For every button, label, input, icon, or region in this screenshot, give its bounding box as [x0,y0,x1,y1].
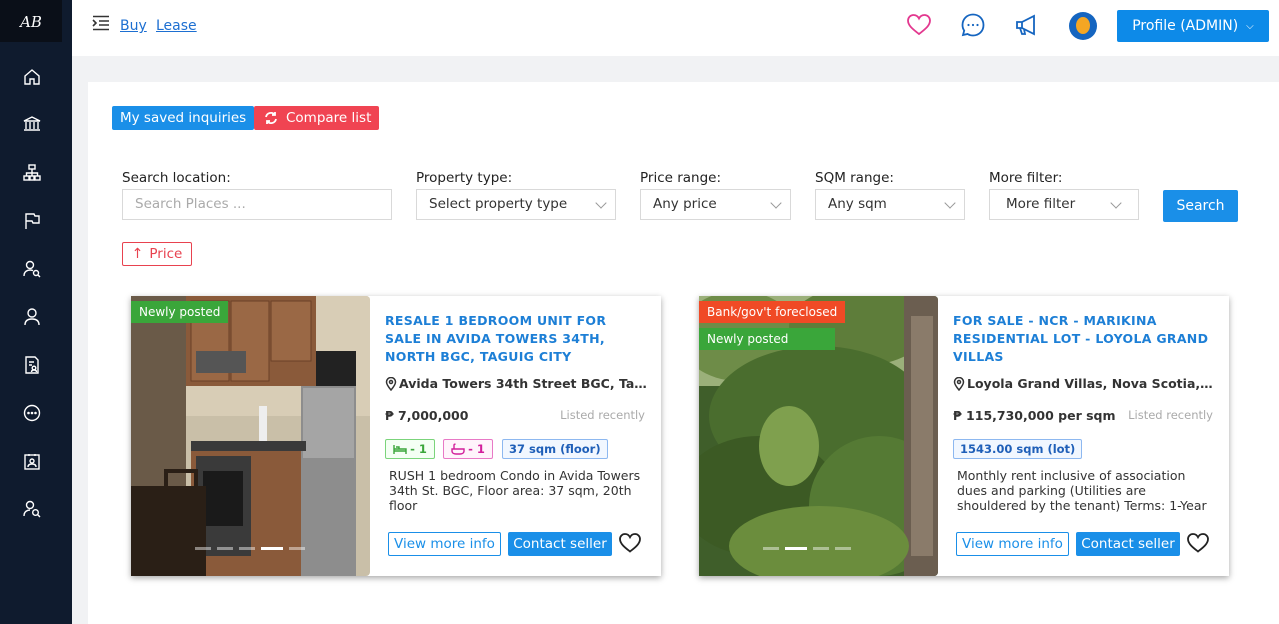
saved-inquiries-button[interactable]: My saved inquiries [112,106,255,130]
chevron-down-icon [770,197,782,209]
contact-seller-button[interactable]: Contact seller [508,532,612,556]
price-range-select[interactable]: Any price [640,189,791,220]
home-icon[interactable] [22,67,42,87]
nav-lease-link[interactable]: Lease [156,18,197,34]
profile-label: Profile (ADMIN) [1132,18,1239,34]
menu-indent-icon[interactable] [92,15,110,31]
sitemap-icon[interactable] [22,163,42,183]
search-button[interactable]: Search [1163,190,1238,222]
user-search-icon[interactable] [22,259,42,279]
chevron-down-icon: ⌵ [1246,20,1254,32]
arrow-up-icon: ↑ [131,246,144,262]
newly-posted-tag: Newly posted [131,301,229,323]
listing-price: ₱ 115,730,000 per sqm [953,408,1116,423]
compare-list-label: Compare list [286,110,372,126]
sqm-range-label: SQM range: [815,170,894,186]
chevron-down-icon [595,197,607,209]
map-pin-icon [953,376,965,391]
listing-location-text: Loyola Grand Villas, Nova Scotia, Mariki… [967,376,1215,391]
heart-icon[interactable] [906,12,932,38]
listing-price: ₱ 7,000,000 [385,408,469,423]
listing-description: Monthly rent inclusive of association du… [957,468,1207,513]
price-range-label: Price range: [640,170,722,186]
carousel-dots[interactable] [763,547,851,550]
listing-location: Loyola Grand Villas, Nova Scotia, Mariki… [953,376,1215,391]
profile-dropdown-button[interactable]: Profile (ADMIN) ⌵ [1117,10,1269,42]
newly-posted-tag: Newly posted [699,328,835,350]
chat-icon[interactable] [22,403,42,423]
view-more-info-button[interactable]: View more info [388,532,501,556]
favorite-heart-icon[interactable] [618,531,642,555]
flag-icon[interactable] [22,211,42,231]
listing-date: Listed recently [560,408,645,422]
listing-date: Listed recently [1128,408,1213,422]
contact-seller-button[interactable]: Contact seller [1076,532,1180,556]
listing-title[interactable]: FOR SALE - NCR - MARIKINA RESIDENTIAL LO… [953,312,1215,366]
top-bar: Buy Lease Profile (ADMIN) ⌵ [72,0,1279,56]
property-type-value: Select property type [429,196,568,212]
id-card-icon[interactable] [22,452,42,472]
refresh-icon [265,112,277,124]
favorite-heart-icon[interactable] [1186,531,1210,555]
carousel-dots[interactable] [195,547,305,550]
listing-card[interactable]: Bank/gov't foreclosed Newly posted FOR S… [699,296,1229,576]
listing-location-text: Avida Towers 34th Street BGC, Taguig Cit… [399,376,647,391]
bank-icon[interactable] [22,114,42,134]
sqm-range-value: Any sqm [828,196,887,212]
sort-label: Price [149,246,183,262]
chevron-down-icon [1110,197,1122,209]
user-search-alt-icon[interactable] [22,499,42,519]
user-icon[interactable] [22,307,42,327]
property-type-select[interactable]: Select property type [416,189,616,220]
user-avatar[interactable] [1069,12,1097,40]
listing-photo-lot[interactable]: Bank/gov't foreclosed Newly posted [699,296,938,576]
bath-icon [451,443,465,455]
bedrooms-chip: - 1 [385,439,435,459]
view-more-info-button[interactable]: View more info [956,532,1069,556]
more-filter-value: More filter [1006,196,1076,212]
sidebar: AB [0,0,72,624]
sort-price-button[interactable]: ↑ Price [122,242,192,266]
listing-description: RUSH 1 bedroom Condo in Avida Towers 34t… [389,468,641,513]
search-location-input[interactable]: Search Places ... [122,189,392,220]
bed-icon [393,445,407,454]
more-filter-select[interactable]: More filter [989,189,1139,220]
sqm-range-select[interactable]: Any sqm [815,189,965,220]
map-pin-icon [385,376,397,391]
lot-area-chip: 1543.00 sqm (lot) [953,439,1083,459]
bathrooms-count: - 1 [468,442,485,456]
compare-list-button[interactable]: Compare list [254,106,380,130]
listing-title[interactable]: RESALE 1 BEDROOM UNIT FOR SALE IN AVIDA … [385,312,647,366]
listing-location: Avida Towers 34th Street BGC, Taguig Cit… [385,376,647,391]
main-panel: My saved inquiries Compare list Search l… [88,82,1279,624]
listing-photo-kitchen[interactable]: Newly posted [131,296,370,576]
more-filter-label: More filter: [989,170,1063,186]
foreclosed-tag: Bank/gov't foreclosed [699,301,846,323]
price-range-value: Any price [653,196,717,212]
listing-card[interactable]: Newly posted RESALE 1 BEDROOM UNIT FOR S… [131,296,661,576]
floor-area-chip: 37 sqm (floor) [502,439,608,459]
app-logo[interactable]: AB [0,0,62,42]
nav-buy-link[interactable]: Buy [120,18,147,34]
message-icon[interactable] [960,12,986,38]
bathrooms-chip: - 1 [443,439,493,459]
property-type-label: Property type: [416,170,513,186]
megaphone-icon[interactable] [1014,12,1040,38]
location-label: Search location: [122,170,231,186]
bedrooms-count: - 1 [410,442,427,456]
chevron-down-icon [944,197,956,209]
document-user-icon[interactable] [22,355,42,375]
